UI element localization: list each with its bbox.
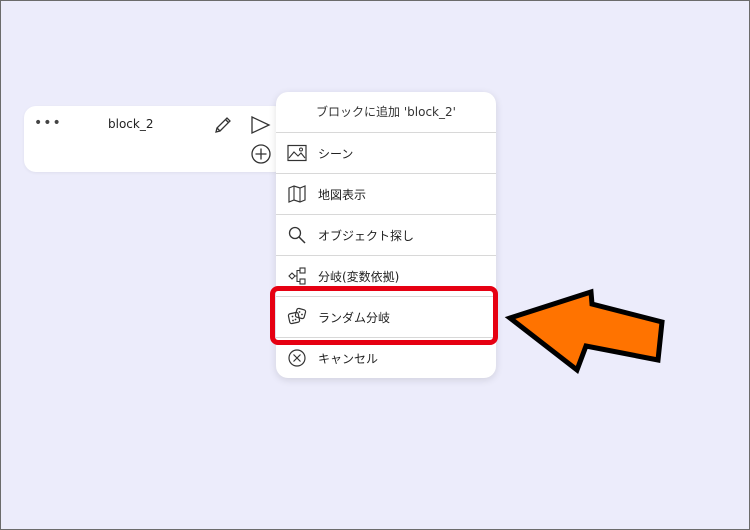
pointer-arrow-icon <box>504 288 665 375</box>
